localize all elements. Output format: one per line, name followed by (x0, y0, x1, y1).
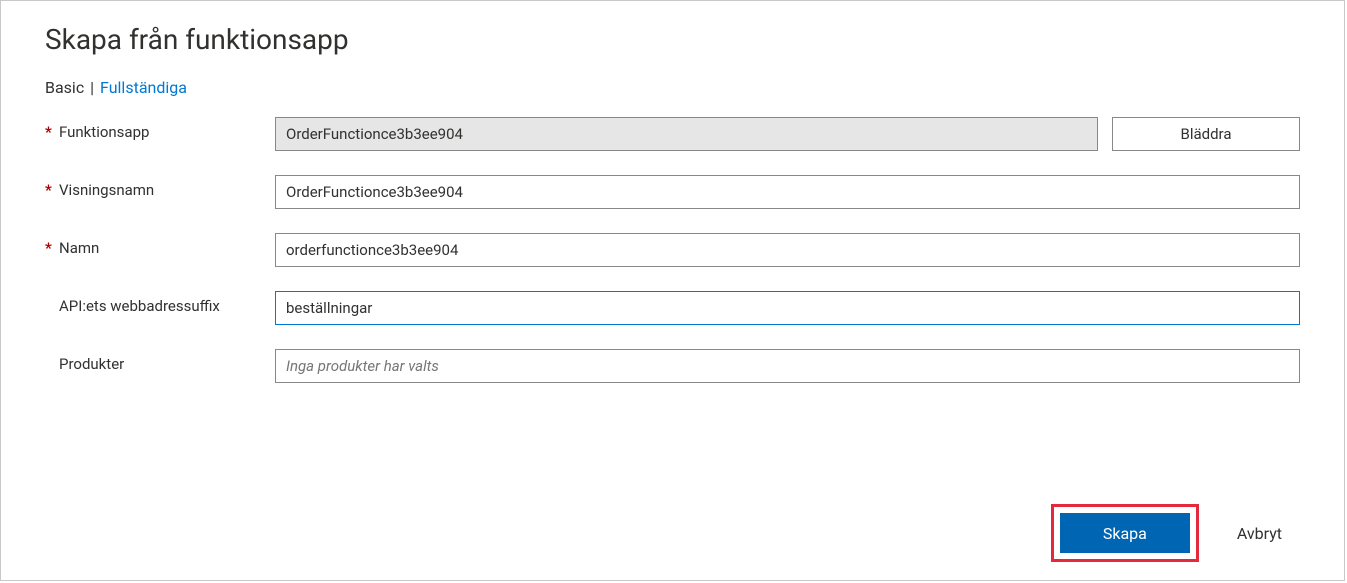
produkter-input[interactable] (275, 349, 1300, 383)
label-api-suffix: API:ets webbadressuffix (45, 291, 275, 315)
cancel-button[interactable]: Avbryt (1219, 514, 1300, 553)
required-marker: * (45, 181, 59, 199)
tabs: Basic | Fullständiga (45, 78, 1300, 97)
api-suffix-input[interactable] (275, 291, 1300, 325)
row-visningsnamn: * Visningsnamn (45, 175, 1300, 209)
namn-input[interactable] (275, 233, 1300, 267)
funktionsapp-input (275, 117, 1098, 151)
row-funktionsapp: * Funktionsapp Bläddra (45, 117, 1300, 151)
row-produkter: Produkter (45, 349, 1300, 383)
browse-button[interactable]: Bläddra (1112, 117, 1300, 151)
label-produkter-text: Produkter (59, 355, 124, 373)
visningsnamn-input[interactable] (275, 175, 1300, 209)
label-funktionsapp-text: Funktionsapp (59, 123, 149, 141)
label-visningsnamn: * Visningsnamn (45, 175, 275, 199)
page-title: Skapa från funktionsapp (45, 23, 1300, 56)
label-funktionsapp: * Funktionsapp (45, 117, 275, 141)
create-button-highlight: Skapa (1051, 504, 1199, 562)
tab-basic[interactable]: Basic (45, 78, 84, 97)
row-api-suffix: API:ets webbadressuffix (45, 291, 1300, 325)
footer: Skapa Avbryt (1051, 504, 1300, 562)
label-namn: * Namn (45, 233, 275, 257)
create-button[interactable]: Skapa (1060, 513, 1190, 553)
label-namn-text: Namn (59, 239, 99, 257)
label-api-suffix-text: API:ets webbadressuffix (59, 297, 220, 315)
required-marker: * (45, 239, 59, 257)
tab-full[interactable]: Fullständiga (100, 78, 187, 97)
required-marker: * (45, 123, 59, 141)
tab-separator: | (88, 78, 96, 97)
create-from-function-app-panel: Skapa från funktionsapp Basic | Fullstän… (0, 0, 1345, 581)
row-namn: * Namn (45, 233, 1300, 267)
label-visningsnamn-text: Visningsnamn (59, 181, 154, 199)
label-produkter: Produkter (45, 349, 275, 373)
